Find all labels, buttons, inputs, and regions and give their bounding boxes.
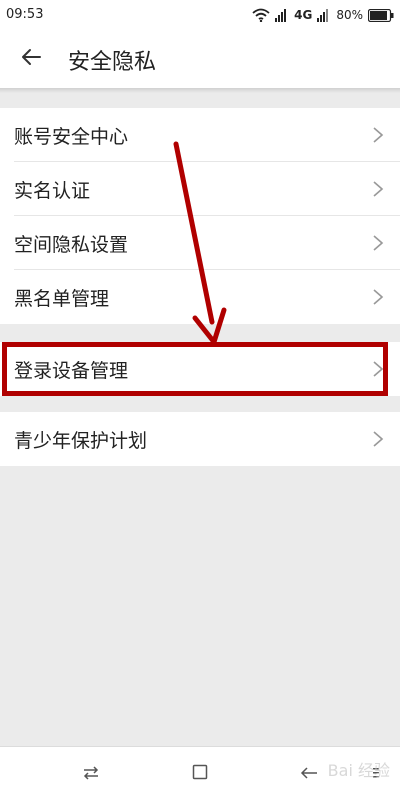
- menu-item-account-security[interactable]: 账号安全中心: [14, 108, 400, 162]
- chevron-right-icon: [373, 181, 384, 197]
- network-type: 4G: [294, 8, 313, 22]
- back-nav-button[interactable]: [296, 761, 322, 787]
- page-title: 安全隐私: [68, 50, 157, 75]
- menu-item-label: 青少年保护计划: [14, 430, 148, 452]
- menu-group-youth: 青少年保护计划: [0, 412, 400, 466]
- menu-item-label: 账号安全中心: [14, 126, 129, 148]
- switch-apps-button[interactable]: [78, 761, 104, 787]
- chevron-right-icon: [373, 127, 384, 143]
- signal-icon-2: [317, 8, 331, 22]
- screen: 09:53 4G 80% 安全隐私 账号安全中心 实名认证 空间隐私设置 黑名单…: [0, 0, 400, 800]
- home-button[interactable]: [187, 761, 213, 787]
- header-shadow: [0, 88, 400, 93]
- status-time: 09:53: [6, 7, 44, 22]
- menu-group-devices: 登录设备管理: [0, 342, 400, 396]
- menu-group-account: 账号安全中心 实名认证 空间隐私设置 黑名单管理: [0, 108, 400, 324]
- swap-arrows-icon: [82, 765, 100, 784]
- menu-item-real-name[interactable]: 实名认证: [14, 162, 400, 216]
- chevron-right-icon: [373, 289, 384, 305]
- arrow-left-icon: [300, 765, 318, 784]
- arrow-left-icon: [21, 48, 41, 70]
- watermark-logo: Bai 经验: [327, 761, 390, 780]
- app-header: 安全隐私: [0, 30, 400, 88]
- menu-item-label: 空间隐私设置: [14, 234, 129, 256]
- status-bar: 09:53 4G 80%: [0, 0, 400, 30]
- back-button[interactable]: [14, 42, 48, 76]
- menu-item-youth-protection[interactable]: 青少年保护计划: [14, 412, 400, 466]
- battery-level: 80%: [336, 8, 363, 22]
- status-indicators: 4G 80%: [252, 5, 394, 25]
- menu-item-login-devices[interactable]: 登录设备管理: [14, 342, 400, 396]
- menu-item-label: 登录设备管理: [14, 360, 129, 382]
- menu-item-blacklist[interactable]: 黑名单管理: [14, 270, 400, 324]
- signal-icon: [275, 8, 289, 22]
- chevron-right-icon: [373, 361, 384, 377]
- menu-item-label: 黑名单管理: [14, 288, 110, 310]
- square-icon: [192, 764, 208, 784]
- menu-item-label: 实名认证: [14, 180, 91, 202]
- wifi-icon: [252, 8, 270, 22]
- chevron-right-icon: [373, 235, 384, 251]
- battery-icon: [368, 8, 394, 22]
- chevron-right-icon: [373, 431, 384, 447]
- menu-item-space-privacy[interactable]: 空间隐私设置: [14, 216, 400, 270]
- system-nav-bar: Bai 经验: [0, 746, 400, 800]
